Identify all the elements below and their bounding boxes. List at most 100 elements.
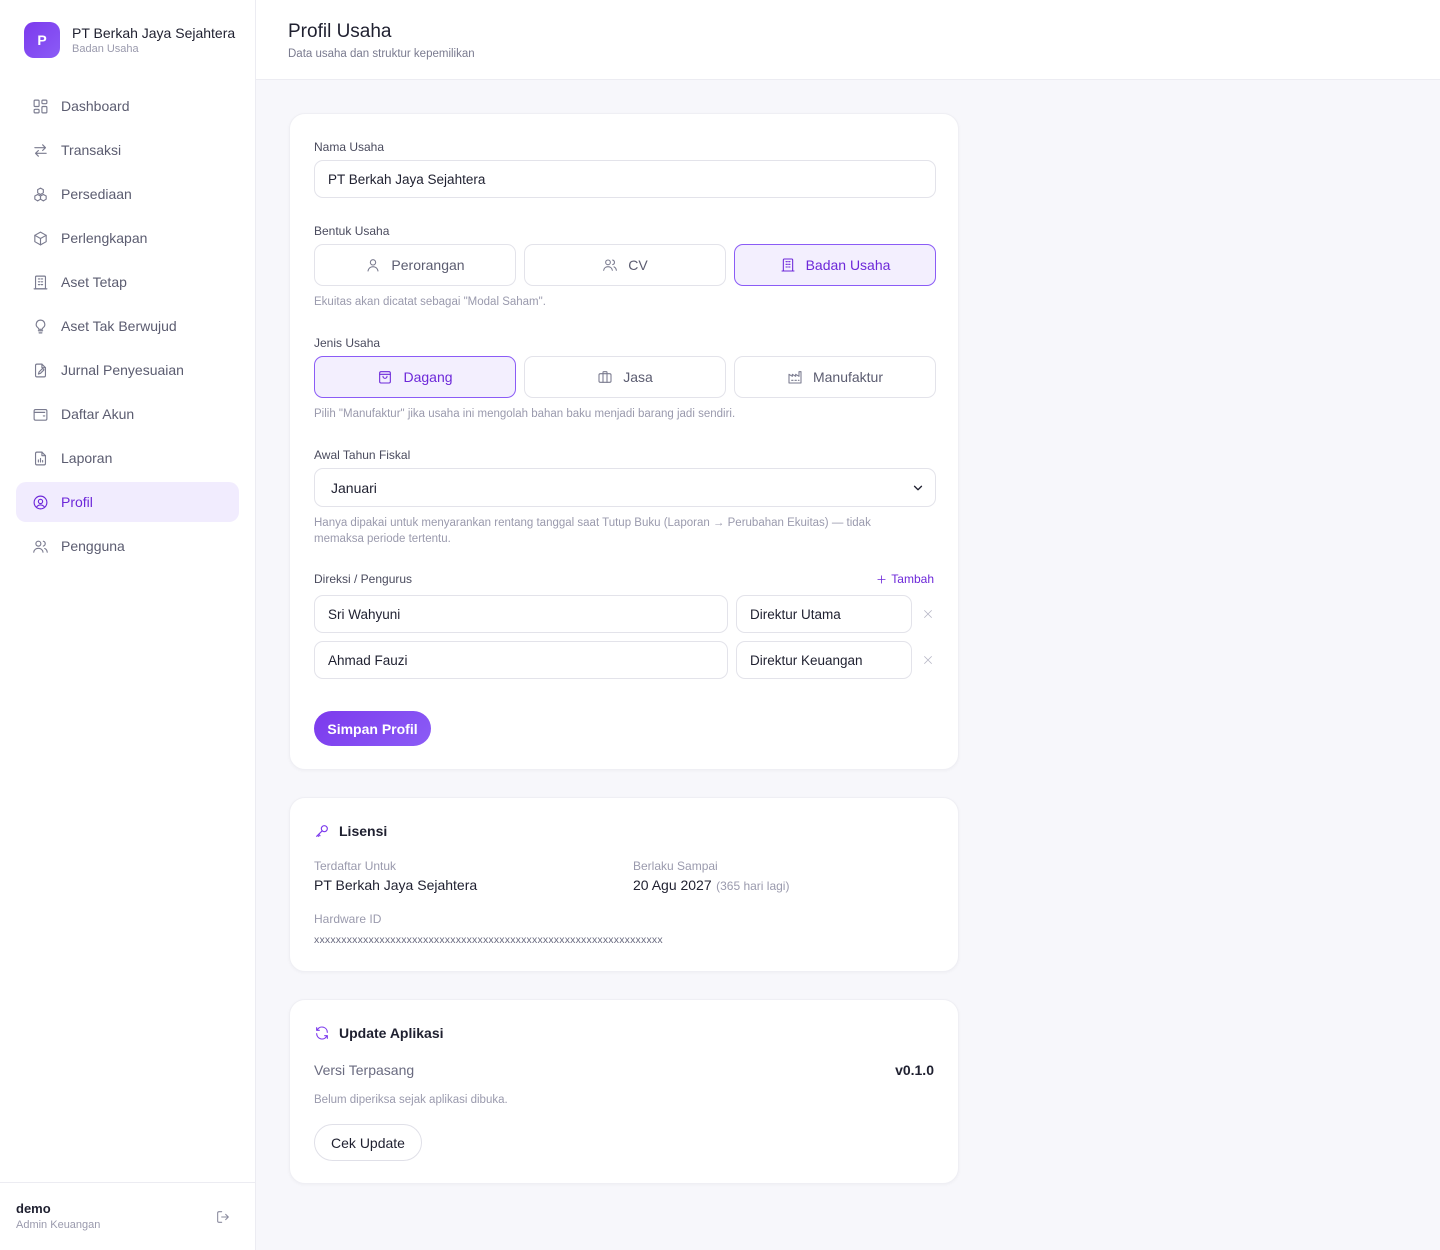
jenis-usaha-option-dagang[interactable]: Dagang — [314, 356, 516, 398]
hardware-id: xxxxxxxxxxxxxxxxxxxxxxxxxxxxxxxxxxxxxxxx… — [314, 934, 663, 946]
user-icon — [367, 259, 379, 272]
sidebar-item-label: Transaksi — [61, 142, 122, 158]
option-label: CV — [628, 257, 648, 273]
valid-info: 20 Agu 2027 (365 hari lagi) — [633, 877, 789, 895]
logout-icon — [217, 1211, 229, 1223]
valid-label: Berlaku Sampai — [633, 859, 718, 873]
license-title: Lisensi — [314, 823, 387, 839]
remove-direksi-button[interactable] — [920, 606, 936, 622]
arrows-exchange-icon — [34, 143, 47, 157]
installed-version: v0.1.0 — [895, 1062, 934, 1078]
sidebar-item-perlengkapan[interactable]: Perlengkapan — [16, 218, 239, 258]
save-profile-button[interactable]: Simpan Profil — [314, 711, 431, 746]
sidebar-item-transaksi[interactable]: Transaksi — [16, 130, 239, 170]
option-label: Badan Usaha — [805, 257, 891, 273]
option-label: Dagang — [403, 369, 453, 385]
close-icon — [924, 610, 932, 618]
license-title-text: Lisensi — [339, 823, 388, 839]
sidebar-item-pengguna[interactable]: Pengguna — [16, 526, 239, 566]
option-label: Manufaktur — [812, 369, 884, 385]
tambah-direksi-button[interactable]: Tambah — [876, 572, 934, 586]
building-icon — [781, 258, 795, 272]
chevron-down-icon — [911, 481, 925, 495]
shopping-bag-icon — [379, 371, 392, 384]
report-icon — [34, 451, 47, 465]
direksi-name-input[interactable]: Ahmad Fauzi — [314, 641, 728, 679]
update-title: Update Aplikasi — [314, 1025, 444, 1041]
installed-label: Versi Terpasang — [314, 1062, 415, 1078]
sidebar-item-label: Perlengkapan — [61, 230, 148, 246]
fiskal-select-value: Januari — [331, 479, 377, 496]
page-subtitle: Data usaha dan struktur kepemilikan — [288, 48, 475, 60]
plus-icon — [877, 574, 886, 584]
factory-icon — [788, 371, 802, 384]
valid-remaining: (365 hari lagi) — [716, 879, 790, 893]
sidebar-item-dashboard[interactable]: Dashboard — [16, 86, 239, 126]
sidebar-item-label: Pengguna — [61, 538, 125, 554]
sidebar-nav: Dashboard Transaksi Persediaan Perlengka… — [16, 86, 239, 570]
brand-name: PT Berkah Jaya Sejahtera — [72, 25, 236, 41]
nama-usaha-input[interactable]: PT Berkah Jaya Sejahtera — [314, 160, 936, 198]
sidebar-item-aset-tetap[interactable]: Aset Tetap — [16, 262, 239, 302]
sidebar-item-label: Aset Tak Berwujud — [61, 318, 177, 334]
sidebar-item-label: Laporan — [61, 450, 113, 466]
sidebar: P PT Berkah Jaya Sejahtera Badan Usaha D… — [0, 0, 256, 1250]
hardware-label: Hardware ID — [314, 912, 382, 926]
sidebar-item-laporan[interactable]: Laporan — [16, 438, 239, 478]
sidebar-item-daftar-akun[interactable]: Daftar Akun — [16, 394, 239, 434]
user-circle-icon — [33, 495, 48, 509]
update-card: Update Aplikasi Versi Terpasang v0.1.0 B… — [289, 999, 959, 1184]
direksi-role-input[interactable]: Direktur Utama — [736, 595, 912, 633]
sidebar-item-jurnal-penyesuaian[interactable]: Jurnal Penyesuaian — [16, 350, 239, 390]
jenis-usaha-option-manufaktur[interactable]: Manufaktur — [734, 356, 936, 398]
sidebar-item-aset-tak-berwujud[interactable]: Aset Tak Berwujud — [16, 306, 239, 346]
registered-value: PT Berkah Jaya Sejahtera — [314, 877, 478, 893]
update-status: Belum diperiksa sejak aplikasi dibuka. — [314, 1094, 508, 1106]
refresh-icon — [316, 1026, 328, 1040]
sidebar-item-profil[interactable]: Profil — [16, 482, 239, 522]
direksi-role-input[interactable]: Direktur Keuangan — [736, 641, 912, 679]
sidebar-item-label: Profil — [61, 494, 93, 510]
option-label: Perorangan — [391, 257, 465, 273]
wallet-icon — [33, 408, 48, 421]
users-icon — [603, 259, 618, 271]
license-card: Lisensi Terdaftar Untuk PT Berkah Jaya S… — [289, 797, 959, 972]
option-label: Jasa — [623, 369, 653, 385]
sidebar-item-persediaan[interactable]: Persediaan — [16, 174, 239, 214]
bentuk-usaha-option-cv[interactable]: CV — [524, 244, 726, 286]
building-icon — [33, 275, 48, 289]
remove-direksi-button[interactable] — [920, 652, 936, 668]
sidebar-item-label: Jurnal Penyesuaian — [61, 362, 184, 378]
sidebar-item-label: Dashboard — [61, 98, 130, 114]
brand: P PT Berkah Jaya Sejahtera Badan Usaha — [24, 22, 235, 58]
tambah-label: Tambah — [891, 572, 934, 586]
bentuk-usaha-hint: Ekuitas akan dicatat sebagai "Modal Saha… — [314, 296, 546, 308]
brand-subtitle: Badan Usaha — [72, 43, 139, 55]
user-name: demo — [16, 1201, 51, 1216]
bentuk-usaha-label: Bentuk Usaha — [314, 224, 390, 238]
fiskal-select[interactable]: Januari — [314, 468, 936, 507]
file-edit-icon — [34, 363, 47, 377]
sidebar-item-label: Aset Tetap — [61, 274, 127, 290]
user-role: Admin Keuangan — [16, 1219, 101, 1231]
page-header: Profil Usaha Data usaha dan struktur kep… — [256, 0, 1440, 80]
grid-icon — [33, 99, 48, 113]
bentuk-usaha-option-badan-usaha[interactable]: Badan Usaha — [734, 244, 936, 286]
logout-button[interactable] — [215, 1209, 231, 1225]
users-icon — [33, 540, 48, 553]
profile-form-card: Nama Usaha PT Berkah Jaya Sejahtera Bent… — [289, 113, 959, 770]
jenis-usaha-hint: Pilih "Manufaktur" jika usaha ini mengol… — [314, 408, 736, 420]
jenis-usaha-option-jasa[interactable]: Jasa — [524, 356, 726, 398]
close-icon — [924, 656, 932, 664]
bentuk-usaha-option-perorangan[interactable]: Perorangan — [314, 244, 516, 286]
valid-value: 20 Agu 2027 — [633, 877, 712, 893]
registered-label: Terdaftar Untuk — [314, 859, 397, 873]
direksi-name-input[interactable]: Sri Wahyuni — [314, 595, 728, 633]
briefcase-icon — [598, 371, 612, 383]
page-title: Profil Usaha — [288, 21, 392, 42]
brand-logo: P — [24, 22, 60, 58]
fiskal-label: Awal Tahun Fiskal — [314, 448, 411, 462]
direksi-label: Direksi / Pengurus — [314, 572, 413, 586]
check-update-button[interactable]: Cek Update — [314, 1124, 422, 1161]
sidebar-item-label: Persediaan — [61, 186, 132, 202]
